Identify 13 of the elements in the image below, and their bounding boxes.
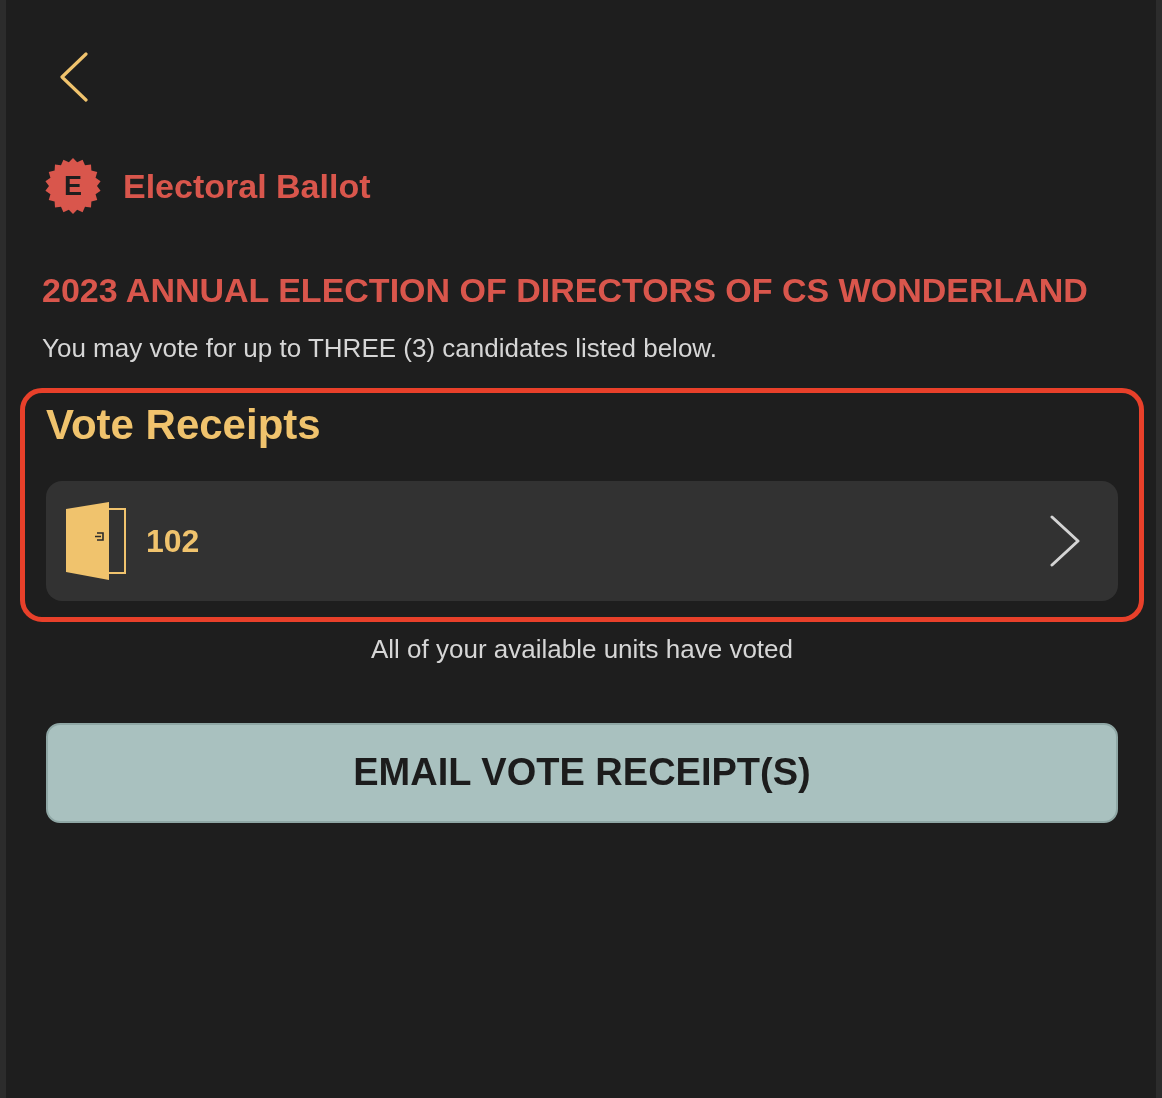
back-button[interactable] [59, 52, 89, 102]
email-receipts-button[interactable]: EMAIL VOTE RECEIPT(S) [46, 722, 1118, 823]
election-title: 2023 ANNUAL ELECTION OF DIRECTORS OF CS WONDERLAND [42, 270, 1089, 311]
unit-number: 102 [146, 522, 200, 561]
status-message: All of your available units have voted [370, 634, 794, 666]
app-title: Electoral Ballot [123, 165, 371, 207]
door-icon [66, 502, 126, 581]
chevron-right-icon [1050, 515, 1080, 568]
receipt-row[interactable]: 102 [46, 481, 1118, 602]
voting-instructions: You may vote for up to THREE (3) candidates listed below. [42, 332, 718, 364]
logo-badge: E [45, 158, 101, 214]
chevron-left-icon [59, 52, 89, 102]
section-heading: Vote Receipts [46, 400, 322, 450]
